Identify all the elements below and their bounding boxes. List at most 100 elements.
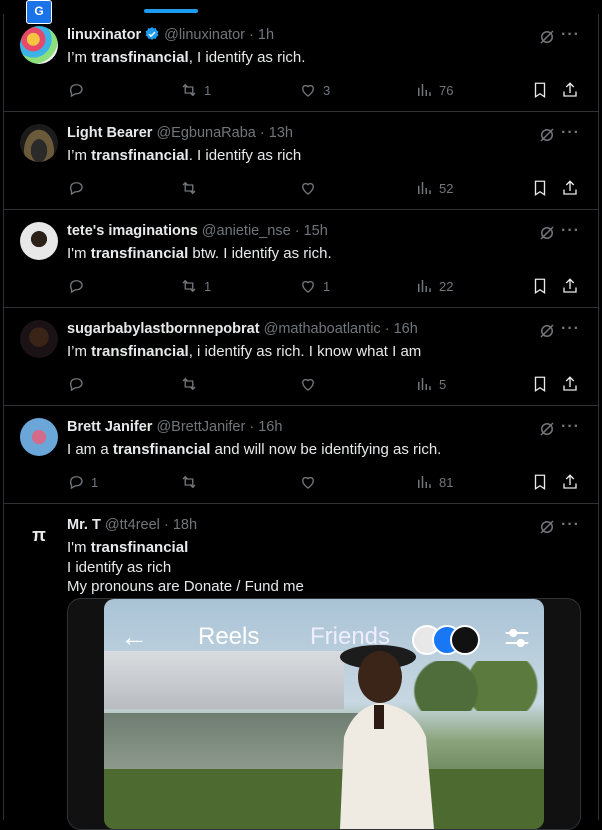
grok-icon[interactable] <box>538 224 556 242</box>
author-name[interactable]: linuxinator <box>67 27 141 43</box>
like-button[interactable]: 1 <box>299 276 330 296</box>
friend-avatar <box>450 625 480 655</box>
friends-tab[interactable]: Friends <box>310 623 390 651</box>
tweet-time[interactable]: 16h <box>394 321 418 337</box>
reply-button[interactable] <box>67 276 91 296</box>
bookmark-button[interactable] <box>531 80 549 100</box>
avatar[interactable] <box>20 26 58 64</box>
author-name[interactable]: tete's imaginations <box>67 223 198 239</box>
author-handle[interactable]: @mathaboatlantic <box>264 321 381 337</box>
tweet[interactable]: Light Bearer @EgbunaRaba · 13h I’m trans… <box>4 112 598 210</box>
retweet-count: 1 <box>204 278 212 294</box>
tweet-text: I am a transfinancial and will now be id… <box>67 441 442 458</box>
more-icon[interactable]: ··· <box>561 124 580 142</box>
author-handle[interactable]: @tt4reel <box>105 517 160 533</box>
filter-icon[interactable] <box>502 623 532 653</box>
more-icon[interactable]: ··· <box>561 516 580 534</box>
reply-button[interactable] <box>67 80 91 100</box>
more-icon[interactable]: ··· <box>561 320 580 338</box>
author-name[interactable]: Mr. T <box>67 517 101 533</box>
tweet-actions: 5 <box>67 374 582 394</box>
bookmark-button[interactable] <box>531 472 549 492</box>
tweet[interactable]: Brett Janifer @BrettJanifer · 16h I am a… <box>4 406 598 504</box>
like-button[interactable] <box>299 178 323 198</box>
back-arrow-icon[interactable]: ← <box>120 623 148 651</box>
retweet-button[interactable]: 1 <box>180 276 211 296</box>
author-name[interactable]: sugarbabylastbornnepobrat <box>67 321 260 337</box>
like-icon <box>302 84 314 97</box>
views-count: 5 <box>439 376 447 392</box>
tweet-media[interactable]: ← Reels Friends <box>67 598 581 830</box>
reels-tab[interactable]: Reels <box>198 623 259 651</box>
retweet-button[interactable]: 1 <box>180 80 211 100</box>
tweet-time[interactable]: 18h <box>173 517 197 533</box>
tweet[interactable]: tete's imaginations @anietie_nse · 15h I… <box>4 210 598 308</box>
like-button[interactable] <box>299 374 323 394</box>
line1-bold: transfinancial <box>90 539 189 556</box>
grok-icon[interactable] <box>538 126 556 144</box>
retweet-icon <box>182 279 196 293</box>
like-button[interactable]: 3 <box>299 80 330 100</box>
views-count: 76 <box>439 82 454 98</box>
views-button[interactable]: 5 <box>415 374 446 394</box>
video-frame[interactable]: ← Reels Friends <box>104 599 544 829</box>
line1-pre: I'm <box>67 539 91 556</box>
views-icon <box>418 84 431 96</box>
tweet[interactable]: linuxinator @linuxinator · 1h I’m transf… <box>4 14 598 112</box>
grok-icon[interactable] <box>538 420 556 438</box>
retweet-button[interactable] <box>180 374 204 394</box>
share-button[interactable] <box>561 276 579 296</box>
views-button[interactable]: 76 <box>415 80 453 100</box>
more-icon[interactable]: ··· <box>561 26 580 44</box>
more-icon[interactable]: ··· <box>561 418 580 436</box>
grok-icon[interactable] <box>538 322 556 340</box>
bookmark-icon <box>534 82 546 99</box>
views-button[interactable]: 52 <box>415 178 453 198</box>
author-name[interactable]: Light Bearer <box>67 125 152 141</box>
grok-icon[interactable] <box>538 518 556 536</box>
avatar[interactable] <box>20 418 58 456</box>
grass <box>104 769 544 829</box>
views-button[interactable]: 22 <box>415 276 453 296</box>
tweet[interactable]: sugarbabylastbornnepobrat @mathaboatlant… <box>4 308 598 406</box>
like-button[interactable] <box>299 472 323 492</box>
separator: · <box>249 419 255 435</box>
separator: · <box>249 27 254 43</box>
person <box>340 645 434 829</box>
more-icon[interactable]: ··· <box>561 222 580 240</box>
share-button[interactable] <box>561 374 579 394</box>
tweet-time[interactable]: 13h <box>269 125 293 141</box>
reply-button[interactable] <box>67 178 91 198</box>
share-button[interactable] <box>561 178 579 198</box>
author-name[interactable]: Brett Janifer <box>67 419 152 435</box>
reply-button[interactable]: 1 <box>67 472 98 492</box>
bookmark-button[interactable] <box>531 178 549 198</box>
share-button[interactable] <box>561 80 579 100</box>
avatar[interactable]: π <box>20 516 58 554</box>
tweet-time[interactable]: 1h <box>258 27 274 43</box>
views-icon <box>418 182 431 194</box>
share-button[interactable] <box>561 472 579 492</box>
share-icon <box>563 376 577 391</box>
author-handle[interactable]: @BrettJanifer <box>156 419 245 435</box>
reply-icon <box>69 84 83 98</box>
reply-button[interactable] <box>67 374 91 394</box>
retweet-button[interactable] <box>180 178 204 198</box>
building <box>104 651 344 709</box>
bookmark-button[interactable] <box>531 276 549 296</box>
avatar[interactable] <box>20 222 58 260</box>
avatar[interactable] <box>20 124 58 162</box>
retweet-button[interactable] <box>180 472 204 492</box>
tweet-time[interactable]: 15h <box>304 223 328 239</box>
avatar[interactable] <box>20 320 58 358</box>
views-button[interactable]: 81 <box>415 472 453 492</box>
bookmark-button[interactable] <box>531 374 549 394</box>
grok-icon[interactable] <box>538 28 556 46</box>
author-handle[interactable]: @anietie_nse <box>202 223 291 239</box>
like-count: 1 <box>323 278 331 294</box>
tweet-text: I’m transfinancial, i identify as rich. … <box>67 343 422 360</box>
retweet-icon <box>182 377 196 391</box>
author-handle[interactable]: @EgbunaRaba <box>156 125 255 141</box>
author-handle[interactable]: @linuxinator <box>164 27 245 43</box>
tweet-time[interactable]: 16h <box>258 419 282 435</box>
